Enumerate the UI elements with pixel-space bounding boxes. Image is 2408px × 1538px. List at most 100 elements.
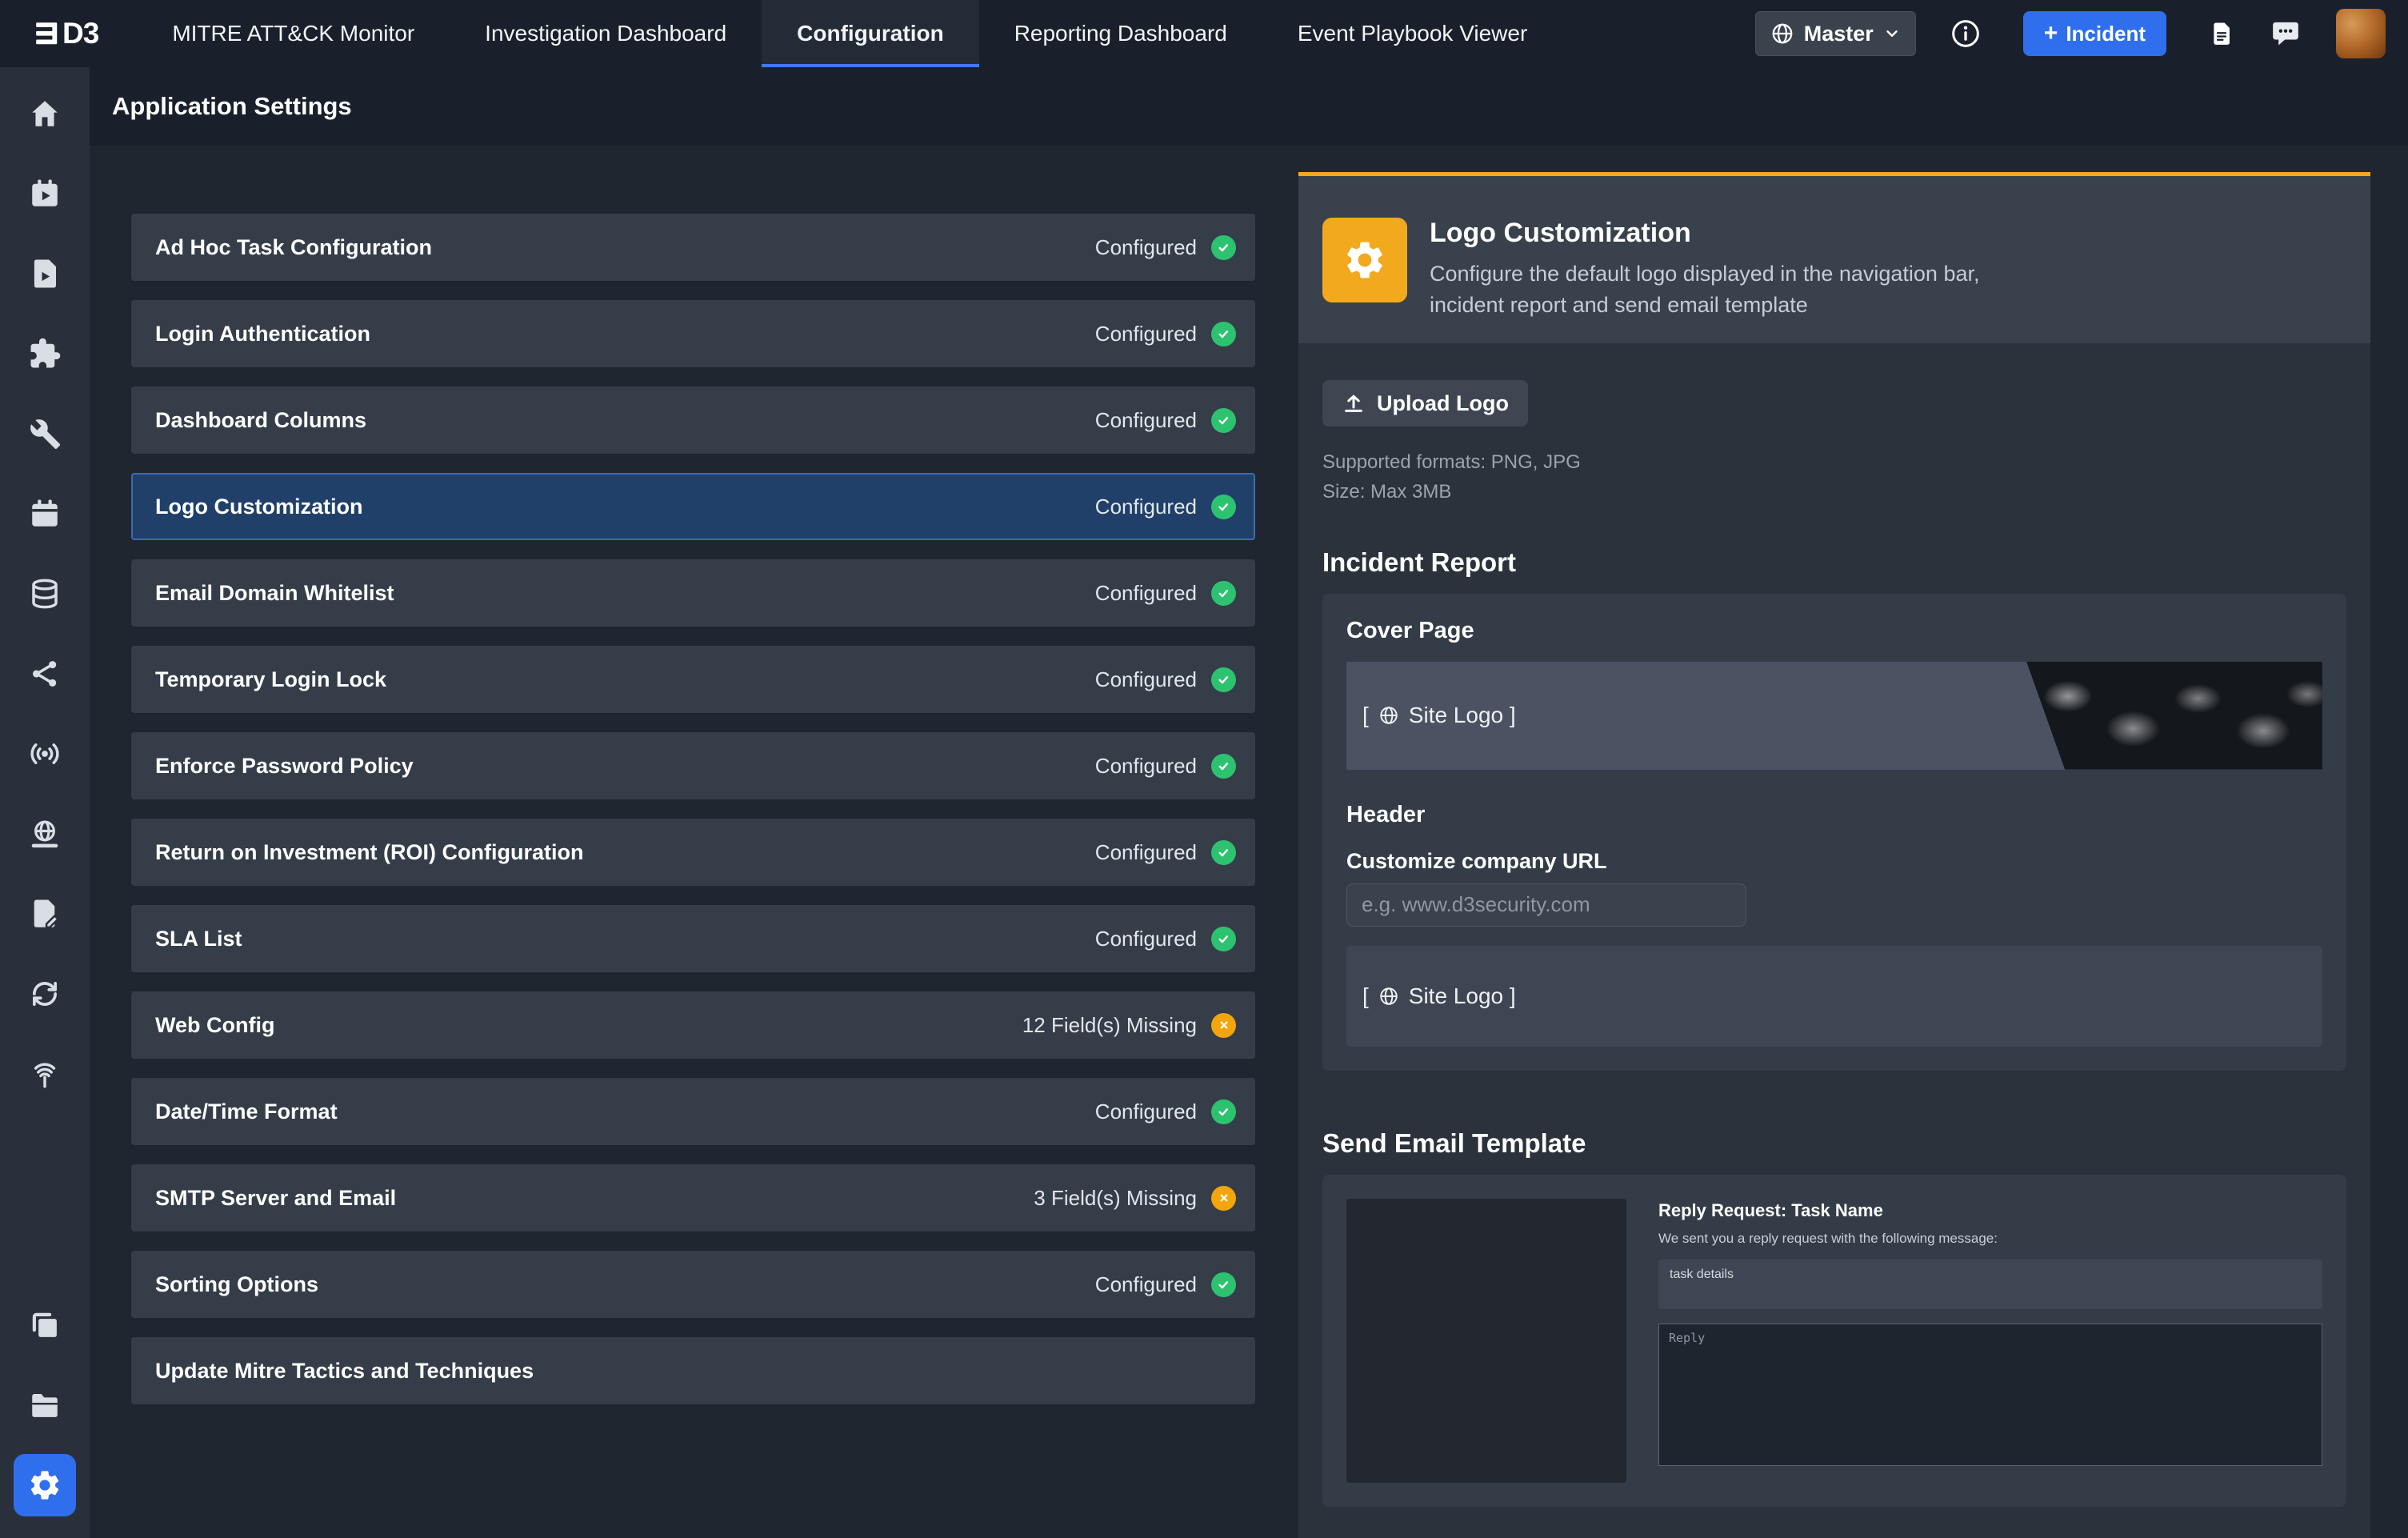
bracket-open: [: [1362, 983, 1369, 1009]
sidebar-item-home[interactable]: [0, 74, 90, 154]
user-avatar[interactable]: [2336, 9, 2386, 58]
sidebar-item-utilities[interactable]: [0, 394, 90, 474]
database-icon: [28, 577, 62, 611]
settings-item-label: Ad Hoc Task Configuration: [155, 235, 1095, 260]
settings-item-status: Configured: [1095, 235, 1197, 260]
document-icon: [2208, 18, 2235, 49]
logo-text: D3: [62, 17, 98, 50]
settings-item-label: Date/Time Format: [155, 1099, 1095, 1124]
logo-customization-panel: Logo Customization Configure the default…: [1298, 172, 2370, 1538]
settings-item-status: 3 Field(s) Missing: [1034, 1186, 1197, 1211]
gear-icon: [1342, 238, 1387, 282]
sidebar-item-calendar[interactable]: [0, 474, 90, 554]
settings-item-status: Configured: [1095, 495, 1197, 519]
page-header: Application Settings: [90, 67, 2408, 146]
detail-header-text: Logo Customization Configure the default…: [1430, 218, 1998, 321]
status-ok-icon: [1211, 235, 1236, 260]
settings-item-email-domain-whitelist[interactable]: Email Domain Whitelist Configured: [131, 559, 1255, 627]
status-ok-icon: [1211, 840, 1236, 865]
settings-gear-icon: [27, 1468, 62, 1503]
settings-item-label: Sorting Options: [155, 1272, 1095, 1297]
sidebar-item-file-manager[interactable]: [0, 1365, 90, 1445]
bracket-open: [: [1362, 703, 1369, 728]
sidebar-item-identity[interactable]: [0, 1034, 90, 1114]
master-site-dropdown[interactable]: Master: [1755, 11, 1916, 56]
chat-button[interactable]: [2269, 18, 2302, 50]
d3-logo[interactable]: D3: [0, 17, 98, 50]
status-ok-icon: [1211, 322, 1236, 346]
sidebar-item-forms[interactable]: [0, 874, 90, 954]
broadcast-icon: [28, 737, 62, 771]
settings-item-temporary-login-lock[interactable]: Temporary Login Lock Configured: [131, 646, 1255, 713]
settings-item-sla-list[interactable]: SLA List Configured: [131, 905, 1255, 972]
site-logo-placeholder: [ Site Logo ]: [1362, 703, 1516, 728]
status-ok-icon: [1211, 581, 1236, 606]
sidebar-item-data-sources[interactable]: [0, 554, 90, 634]
settings-item-ad-hoc-task-configuration[interactable]: Ad Hoc Task Configuration Configured: [131, 214, 1255, 281]
status-ok-icon: [1211, 408, 1236, 433]
globe-icon: [1378, 986, 1399, 1007]
settings-item-logo-customization[interactable]: Logo Customization Configured: [131, 473, 1255, 540]
sidebar-item-scheduled-tasks[interactable]: [0, 154, 90, 234]
settings-item-smtp-server-and-email[interactable]: SMTP Server and Email 3 Field(s) Missing: [131, 1164, 1255, 1232]
site-logo-placeholder: [ Site Logo ]: [1362, 983, 1516, 1009]
sidebar-item-integrations[interactable]: [0, 314, 90, 394]
share-nodes-icon: [28, 657, 62, 691]
settings-item-label: Update Mitre Tactics and Techniques: [155, 1359, 1236, 1384]
nav-item-investigation-dashboard[interactable]: Investigation Dashboard: [450, 0, 762, 67]
settings-item-roi-configuration[interactable]: Return on Investment (ROI) Configuration…: [131, 819, 1255, 886]
release-notes-button[interactable]: [2208, 18, 2235, 49]
sidebar-item-windows[interactable]: [0, 1285, 90, 1365]
sidebar-item-playbooks[interactable]: [0, 234, 90, 314]
upload-logo-button[interactable]: Upload Logo: [1322, 380, 1528, 427]
settings-item-date-time-format[interactable]: Date/Time Format Configured: [131, 1078, 1255, 1145]
nav-item-configuration[interactable]: Configuration: [762, 0, 979, 67]
sidebar-item-web-services[interactable]: [0, 794, 90, 874]
cover-page-label: Cover Page: [1346, 618, 2322, 644]
detail-description: Configure the default logo displayed in …: [1430, 258, 1998, 321]
settings-item-label: Logo Customization: [155, 495, 1095, 519]
new-incident-button[interactable]: + Incident: [2023, 11, 2166, 56]
task-details-box: task details: [1658, 1260, 2322, 1309]
page-title: Application Settings: [112, 92, 352, 121]
status-ok-icon: [1211, 667, 1236, 692]
settings-item-enforce-password-policy[interactable]: Enforce Password Policy Configured: [131, 732, 1255, 799]
status-missing-icon: [1211, 1186, 1236, 1211]
detail-header: Logo Customization Configure the default…: [1298, 176, 2370, 343]
settings-item-login-authentication[interactable]: Login Authentication Configured: [131, 300, 1255, 367]
company-url-input[interactable]: [1346, 883, 1746, 927]
settings-item-dashboard-columns[interactable]: Dashboard Columns Configured: [131, 387, 1255, 454]
settings-item-web-config[interactable]: Web Config 12 Field(s) Missing: [131, 991, 1255, 1059]
status-missing-icon: [1211, 1013, 1236, 1038]
media-file-icon: [28, 257, 62, 290]
nav-item-reporting-dashboard[interactable]: Reporting Dashboard: [979, 0, 1262, 67]
plus-icon: +: [2044, 22, 2058, 46]
detail-body: Upload Logo Supported formats: PNG, JPG …: [1298, 343, 2370, 1538]
sidebar-item-settings[interactable]: [0, 1445, 90, 1525]
sidebar-item-event-intake[interactable]: [0, 714, 90, 794]
chevron-down-icon: [1883, 25, 1901, 42]
nav-item-mitre-attck-monitor[interactable]: MITRE ATT&CK Monitor: [137, 0, 450, 67]
settings-item-status: 12 Field(s) Missing: [1022, 1013, 1197, 1038]
settings-item-label: Login Authentication: [155, 322, 1095, 346]
info-button[interactable]: [1950, 18, 1982, 50]
primary-nav: MITRE ATT&CK Monitor Investigation Dashb…: [137, 0, 1562, 67]
nav-item-event-playbook-viewer[interactable]: Event Playbook Viewer: [1262, 0, 1562, 67]
settings-item-label: Web Config: [155, 1013, 1022, 1038]
header-label: Header: [1346, 802, 2322, 828]
upload-button-label: Upload Logo: [1377, 391, 1509, 416]
d3-logo-icon: [35, 20, 59, 47]
sidebar-item-automation[interactable]: [0, 954, 90, 1034]
settings-item-status: Configured: [1095, 581, 1197, 606]
settings-active-highlight: [14, 1454, 76, 1516]
puzzle-icon: [28, 337, 62, 370]
size-limit: Size: Max 3MB: [1322, 477, 2346, 507]
sync-icon: [28, 977, 62, 1011]
detail-title: Logo Customization: [1430, 218, 1998, 249]
globe-underline-icon: [28, 817, 62, 851]
settings-item-sorting-options[interactable]: Sorting Options Configured: [131, 1251, 1255, 1318]
logo-customization-badge: [1322, 218, 1407, 302]
settings-item-update-mitre-tactics[interactable]: Update Mitre Tactics and Techniques: [131, 1337, 1255, 1404]
sidebar-item-connections[interactable]: [0, 634, 90, 714]
email-template-preview: Reply Request: Task Name We sent you a r…: [1658, 1199, 2322, 1483]
